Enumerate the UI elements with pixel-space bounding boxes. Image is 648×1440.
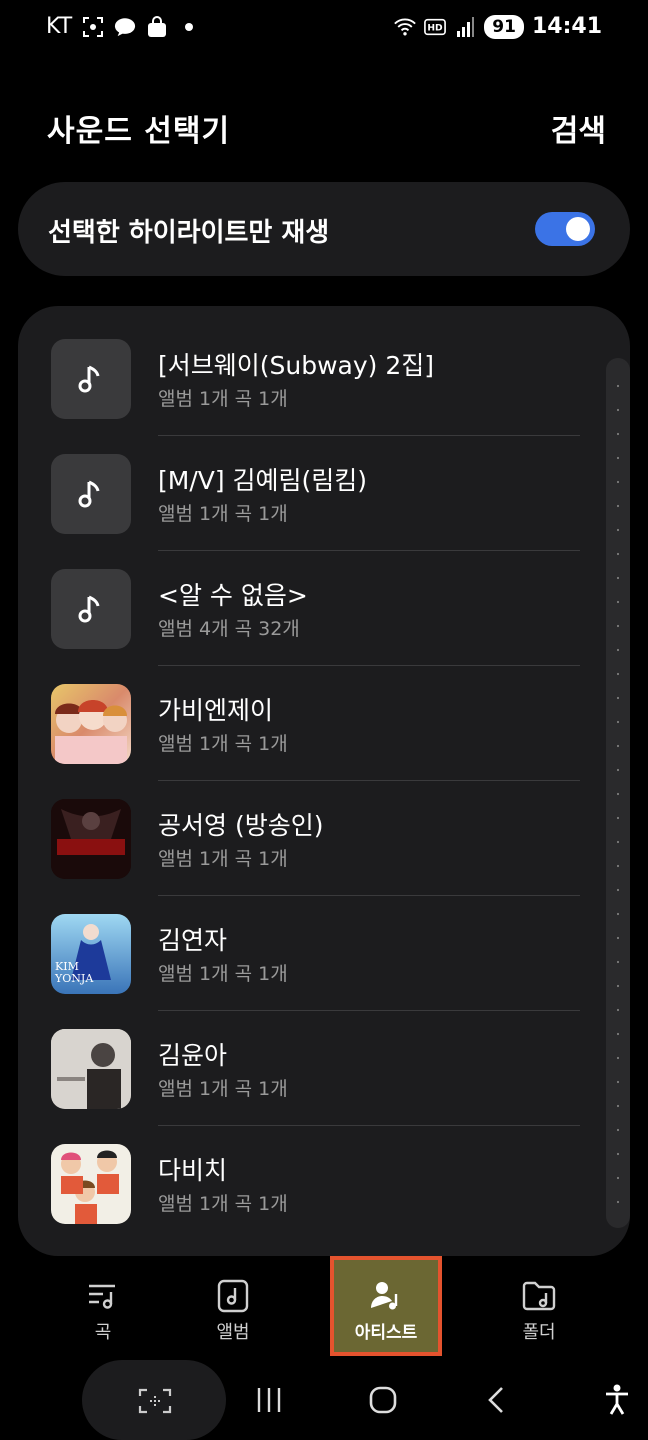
artist-meta: 앨범 1개 곡 1개 — [158, 1193, 288, 1215]
artist-name: [서브웨이(Subway) 2집] — [158, 351, 435, 380]
wifi-icon — [394, 16, 417, 38]
music-note-icon — [51, 569, 131, 649]
artist-row[interactable]: <알 수 없음> 앨범 4개 곡 32개 — [18, 536, 630, 666]
artist-name: <알 수 없음> — [158, 581, 308, 610]
talk-icon — [114, 16, 136, 38]
music-note-icon — [51, 454, 131, 534]
tab-label: 아티스트 — [354, 1323, 418, 1343]
recent-apps-icon[interactable] — [256, 1386, 282, 1418]
scrollbar[interactable] — [606, 358, 630, 1228]
album-art — [51, 1144, 131, 1224]
artist-row[interactable]: 가비엔제이 앨범 1개 곡 1개 — [18, 651, 630, 781]
tab-label: 앨범 — [216, 1322, 250, 1343]
highlight-switch[interactable] — [535, 212, 595, 246]
artist-meta: 앨범 1개 곡 1개 — [158, 388, 288, 410]
artist-meta: 앨범 1개 곡 1개 — [158, 848, 288, 870]
capture-icon — [138, 1388, 172, 1418]
page-title: 사운드 선택기 — [47, 114, 231, 149]
artist-name: 가비엔제이 — [158, 696, 274, 725]
artist-icon — [368, 1278, 404, 1314]
artist-thumbnail — [51, 454, 131, 534]
status-right: HD 91 14:41 — [394, 14, 602, 39]
album-art — [51, 1029, 131, 1109]
artist-thumbnail — [51, 569, 131, 649]
album-art — [51, 799, 131, 879]
home-icon[interactable] — [369, 1386, 397, 1418]
album-art-text: YONJA — [54, 972, 94, 985]
artist-meta: 앨범 1개 곡 1개 — [158, 1078, 288, 1100]
folder-icon — [521, 1278, 557, 1314]
artist-name: 공서영 (방송인) — [158, 811, 324, 840]
back-icon[interactable] — [486, 1386, 506, 1418]
artist-row[interactable]: [서브웨이(Subway) 2집] 앨범 1개 곡 1개 — [18, 306, 630, 436]
search-button[interactable]: 검색 — [551, 106, 606, 150]
capture-pill[interactable] — [82, 1360, 226, 1440]
song-list-icon — [85, 1278, 121, 1314]
highlight-toggle-row[interactable]: 선택한 하이라이트만 재생 — [18, 182, 630, 276]
tab-artists[interactable]: 아티스트 — [330, 1256, 442, 1356]
battery-icon: 91 — [484, 14, 524, 39]
status-left: KT — [46, 14, 200, 39]
clock: 14:41 — [531, 14, 602, 39]
artist-name: 김연자 — [158, 926, 228, 955]
hd-icon: HD — [424, 16, 447, 38]
artist-row[interactable]: 다비치 앨범 1개 곡 1개 — [18, 1111, 630, 1226]
album-icon — [215, 1278, 251, 1314]
artist-row[interactable]: 김윤아 앨범 1개 곡 1개 — [18, 996, 630, 1126]
artist-thumbnail — [51, 339, 131, 419]
artist-name: 다비치 — [158, 1156, 228, 1185]
tab-label: 곡 — [94, 1322, 112, 1343]
artist-row[interactable]: [M/V] 김예림(림킴) 앨범 1개 곡 1개 — [18, 421, 630, 551]
highlight-toggle-label: 선택한 하이라이트만 재생 — [48, 218, 330, 248]
album-art: KIM YONJA — [51, 914, 131, 994]
bottom-navigation: 곡 앨범 아티스트 폴더 — [0, 1256, 648, 1356]
status-bar: KT HD 91 14:41 — [0, 0, 648, 56]
artist-meta: 앨범 1개 곡 1개 — [158, 503, 288, 525]
artist-meta: 앨범 1개 곡 1개 — [158, 963, 288, 985]
screenshot-icon — [82, 16, 104, 38]
shopping-bag-icon — [146, 15, 168, 38]
accessibility-icon[interactable] — [604, 1384, 630, 1420]
album-art — [51, 684, 131, 764]
tab-label: 폴더 — [522, 1322, 556, 1343]
scrollbar-dots — [617, 374, 619, 1214]
tab-folders[interactable]: 폴더 — [484, 1256, 594, 1356]
artist-meta: 앨범 1개 곡 1개 — [158, 733, 288, 755]
artist-row[interactable]: 공서영 (방송인) 앨범 1개 곡 1개 — [18, 766, 630, 896]
music-note-icon — [51, 339, 131, 419]
artist-meta: 앨범 4개 곡 32개 — [158, 618, 300, 640]
tab-albums[interactable]: 앨범 — [178, 1256, 288, 1356]
artist-row[interactable]: KIM YONJA 김연자 앨범 1개 곡 1개 — [18, 881, 630, 1011]
dot-icon — [178, 16, 200, 38]
artist-name: 김윤아 — [158, 1041, 228, 1070]
artist-name: [M/V] 김예림(림킴) — [158, 466, 368, 495]
system-navigation-bar — [0, 1356, 648, 1440]
switch-knob — [566, 217, 590, 241]
svg-text:HD: HD — [428, 22, 444, 33]
tab-songs[interactable]: 곡 — [48, 1256, 158, 1356]
signal-icon — [454, 16, 476, 38]
artist-list[interactable]: [서브웨이(Subway) 2집] 앨범 1개 곡 1개 [M/V] 김예림(림… — [18, 306, 630, 1256]
carrier-label: KT — [46, 14, 73, 39]
